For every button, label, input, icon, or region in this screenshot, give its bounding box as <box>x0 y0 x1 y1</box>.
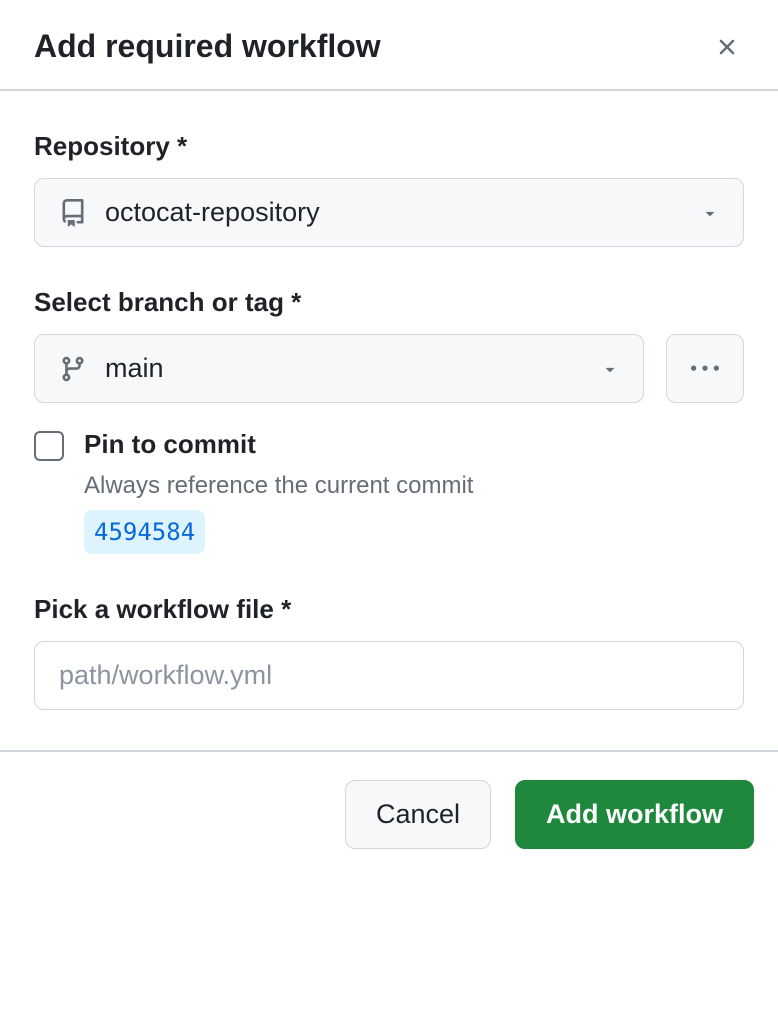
repository-label: Repository * <box>34 131 744 162</box>
branch-label: Select branch or tag * <box>34 287 744 318</box>
pin-to-commit-row: Pin to commit Always reference the curre… <box>34 429 744 554</box>
workflow-file-input[interactable] <box>34 641 744 710</box>
caret-down-icon <box>701 204 719 222</box>
dialog-title: Add required workflow <box>34 28 381 65</box>
pin-to-commit-text: Pin to commit Always reference the curre… <box>84 429 744 554</box>
cancel-button[interactable]: Cancel <box>345 780 491 849</box>
workflow-file-label: Pick a workflow file * <box>34 594 744 625</box>
git-branch-icon <box>59 355 87 383</box>
pin-description-text: Always reference the current commit <box>84 472 473 499</box>
branch-select[interactable]: main <box>34 334 644 403</box>
pin-label: Pin to commit <box>84 429 744 460</box>
close-button[interactable] <box>710 30 744 64</box>
workflow-file-field: Pick a workflow file * <box>34 594 744 710</box>
commit-sha-badge: 4594584 <box>84 510 205 554</box>
add-required-workflow-dialog: Add required workflow Repository * octoc… <box>0 0 778 877</box>
pin-description: Always reference the current commit 4594… <box>84 468 744 554</box>
repo-icon <box>59 199 87 227</box>
repository-select[interactable]: octocat-repository <box>34 178 744 247</box>
branch-value: main <box>105 353 583 384</box>
caret-down-icon <box>601 360 619 378</box>
dialog-footer: Cancel Add workflow <box>0 750 778 877</box>
branch-more-button[interactable] <box>666 334 744 403</box>
branch-field: Select branch or tag * main <box>34 287 744 554</box>
pin-to-commit-checkbox[interactable] <box>34 431 64 461</box>
add-workflow-button[interactable]: Add workflow <box>515 780 754 849</box>
repository-value: octocat-repository <box>105 197 683 228</box>
dialog-header: Add required workflow <box>0 0 778 89</box>
close-icon <box>714 34 740 60</box>
kebab-horizontal-icon <box>691 355 719 383</box>
repository-field: Repository * octocat-repository <box>34 131 744 247</box>
branch-row: main <box>34 334 744 403</box>
dialog-content: Repository * octocat-repository Select b… <box>0 91 778 750</box>
